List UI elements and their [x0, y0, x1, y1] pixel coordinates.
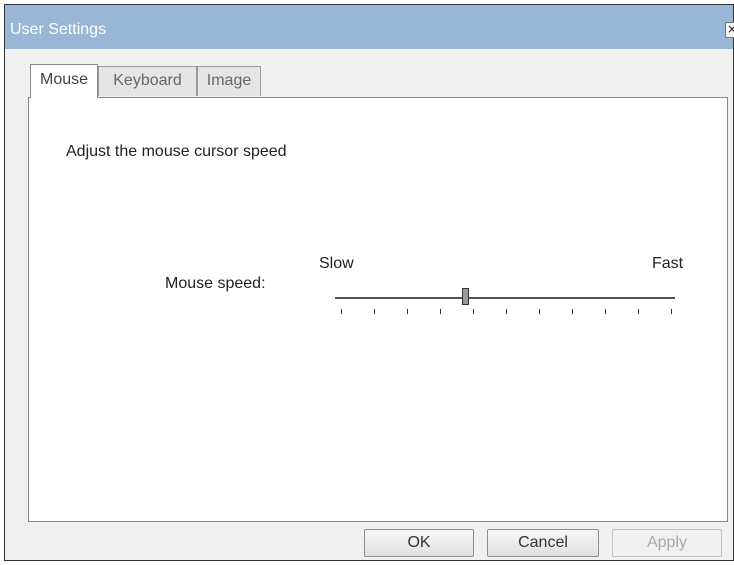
tab-image[interactable]: Image [197, 66, 261, 96]
title-bar[interactable]: User Settings × [5, 5, 734, 49]
tab-keyboard[interactable]: Keyboard [98, 66, 197, 96]
slider-tick [374, 309, 375, 314]
mouse-settings-panel: Adjust the mouse cursor speed Mouse spee… [28, 97, 728, 522]
slider-min-label: Slow [319, 255, 354, 272]
slider-tick [638, 309, 639, 314]
instruction-text: Adjust the mouse cursor speed [66, 143, 287, 160]
close-icon[interactable]: × [725, 22, 734, 38]
apply-button[interactable]: Apply [612, 529, 722, 557]
window-title: User Settings [10, 21, 107, 38]
slider-tick [671, 309, 672, 314]
slider-tick [539, 309, 540, 314]
slider-tick [473, 309, 474, 314]
ok-button[interactable]: OK [364, 529, 474, 557]
slider-tick [440, 309, 441, 314]
slider-tick [407, 309, 408, 314]
slider-track[interactable] [335, 297, 675, 299]
slider-tick [572, 309, 573, 314]
slider-tick [605, 309, 606, 314]
cancel-button[interactable]: Cancel [487, 529, 599, 557]
slider-tick [506, 309, 507, 314]
slider-thumb[interactable] [461, 288, 469, 305]
mouse-speed-label: Mouse speed: [165, 275, 266, 292]
user-settings-dialog: User Settings × Mouse Keyboard Image Adj… [4, 4, 734, 561]
slider-max-label: Fast [652, 255, 684, 272]
slider-tick [341, 309, 342, 314]
tab-mouse[interactable]: Mouse [30, 64, 98, 98]
mouse-speed-slider[interactable] [335, 286, 675, 326]
